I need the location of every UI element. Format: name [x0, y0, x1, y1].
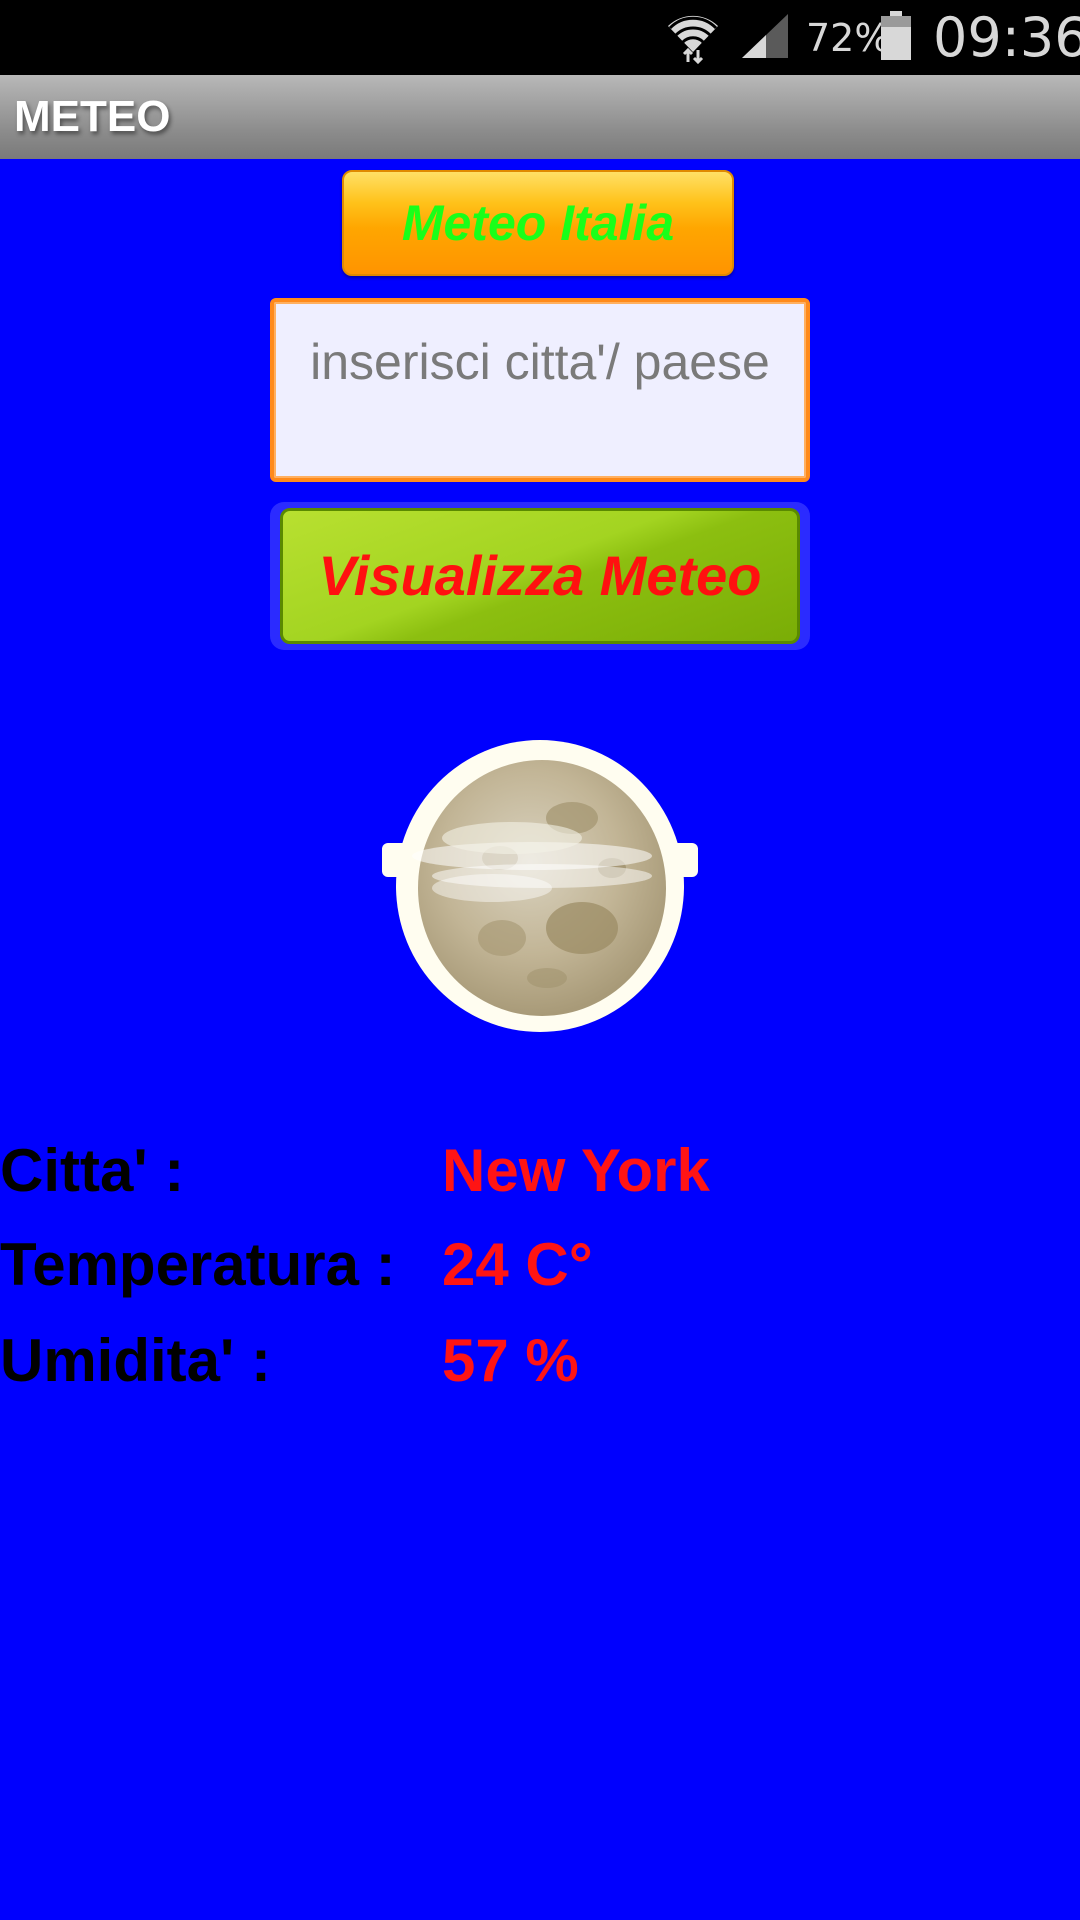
signal-icon [742, 14, 788, 58]
moon-clouds-icon [382, 740, 698, 1032]
city-input-frame [270, 298, 810, 482]
battery-icon [881, 11, 911, 60]
status-bar: 72% 09:36 [0, 0, 1080, 75]
app-title: METEO [14, 92, 171, 141]
temperature-label: Temperatura : [0, 1231, 396, 1298]
wifi-icon [668, 15, 718, 64]
visualize-weather-button[interactable]: Visualizza Meteo [280, 508, 800, 644]
app-screen: 72% 09:36 METEO Meteo Italia Visualizza … [0, 0, 1080, 1920]
humidity-value: 57 % [442, 1327, 579, 1394]
humidity-label: Umidita' : [0, 1327, 271, 1394]
meteo-italia-button[interactable]: Meteo Italia [342, 170, 734, 276]
status-time: 09:36 [933, 6, 1080, 69]
city-label: Citta' : [0, 1137, 185, 1204]
city-value: New York [442, 1137, 710, 1204]
action-bar: METEO [0, 75, 1080, 159]
temperature-value: 24 C° [442, 1231, 593, 1298]
battery-percent: 72% [806, 16, 891, 60]
city-input[interactable] [274, 302, 806, 478]
